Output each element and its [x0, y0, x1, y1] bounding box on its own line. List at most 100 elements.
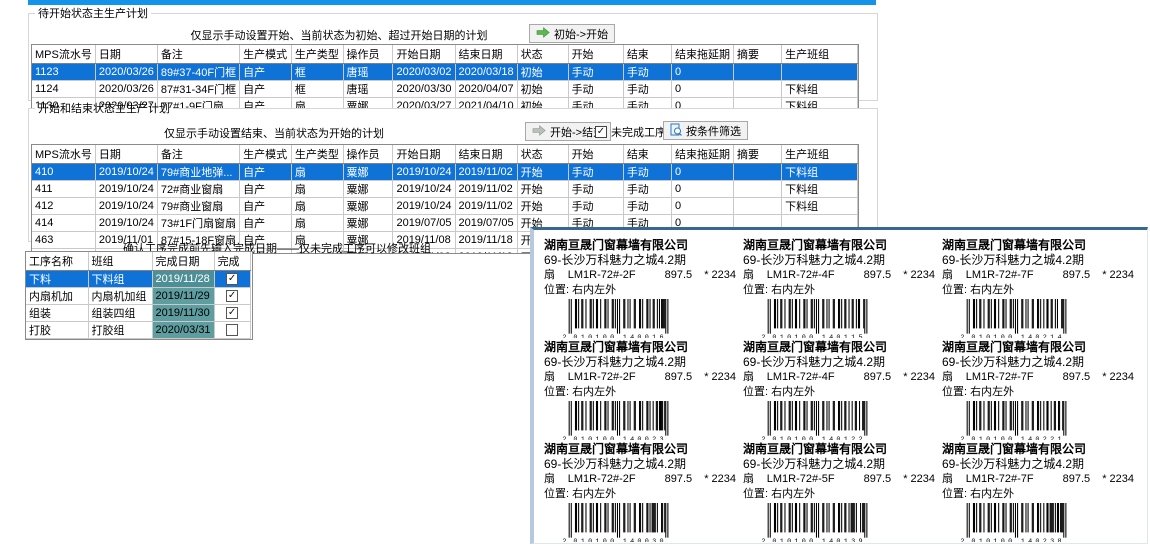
checkbox-icon[interactable]	[226, 324, 238, 336]
svg-text:1: 1	[780, 436, 784, 440]
done-cell[interactable]	[214, 322, 250, 339]
table-row[interactable]: 内扇机加内扇机加组2019/11/29✓	[26, 288, 250, 305]
filter-by-condition-button[interactable]: 按条件筛选	[663, 121, 748, 140]
checkbox-icon[interactable]: ✓	[226, 273, 238, 285]
count-value: * 2234	[704, 370, 736, 385]
svg-text:0: 0	[610, 538, 614, 542]
checkbox-icon[interactable]: ✓	[226, 290, 238, 302]
table-cell: 0	[671, 64, 733, 81]
column-header[interactable]: 日期	[95, 145, 157, 164]
project-name: 69-长沙万科魅力之城4.2期	[544, 253, 736, 268]
checkbox-icon[interactable]: ✓	[226, 307, 238, 319]
column-header[interactable]: 备注	[157, 45, 239, 64]
table-row[interactable]: 组装组装四组2019/11/30✓	[26, 305, 250, 322]
barcode-label: 湖南亘晟门窗幕墙有限公司69-长沙万科魅力之城4.2期扇LM1R-72#-7F8…	[942, 238, 1134, 338]
table-row[interactable]: 11232020/03/2689#37-40F门框自产框唐瑶2020/03/02…	[32, 64, 858, 81]
column-header[interactable]: 结束	[623, 145, 671, 164]
done-cell[interactable]: ✓	[214, 305, 250, 322]
column-header[interactable]: 完成	[214, 252, 250, 271]
svg-text:1: 1	[1021, 538, 1025, 542]
column-header[interactable]: 摘要	[733, 45, 781, 64]
unfinished-process-checkbox[interactable]: ✓ 未完成工序	[595, 124, 666, 140]
column-header[interactable]: 生产类型	[291, 145, 343, 164]
column-header[interactable]: 结束拖延期	[671, 45, 733, 64]
column-header[interactable]: 日期	[95, 45, 157, 64]
table-cell	[733, 198, 781, 215]
column-header[interactable]: 操作员	[343, 145, 393, 164]
column-header[interactable]: 开始日期	[393, 45, 455, 64]
table-cell: 手动	[623, 198, 671, 215]
table-row[interactable]: 4112019/10/2472#商业窗扇自产扇粟娜2019/10/242019/…	[32, 181, 858, 198]
done-cell[interactable]: ✓	[214, 271, 250, 288]
table-cell: 2019/07/05	[455, 215, 517, 232]
table-cell: 下料组	[88, 271, 152, 288]
column-header[interactable]: 工序名称	[26, 252, 88, 271]
svg-text:1: 1	[979, 436, 983, 440]
table-cell	[733, 181, 781, 198]
svg-text:0: 0	[1035, 436, 1039, 440]
svg-text:1: 1	[844, 334, 848, 338]
table-row[interactable]: 下料下料组2019/11/28✓	[26, 271, 250, 288]
column-header[interactable]: 摘要	[733, 145, 781, 164]
column-header[interactable]: 生产类型	[291, 45, 343, 64]
column-header[interactable]: 生产班组	[782, 45, 858, 64]
project-name: 69-长沙万科魅力之城4.2期	[743, 457, 935, 472]
column-header[interactable]: MPS流水号	[32, 145, 95, 164]
project-name: 69-长沙万科魅力之城4.2期	[942, 355, 1134, 370]
column-header[interactable]: 结束日期	[455, 45, 517, 64]
column-header[interactable]: 开始	[568, 145, 623, 164]
svg-text:0: 0	[772, 334, 776, 338]
column-header[interactable]: MPS流水号	[32, 45, 95, 64]
table-row[interactable]: 4102019/10/2479#商业地弹...自产扇粟娜2019/10/2420…	[32, 164, 858, 181]
column-header[interactable]: 结束拖延期	[671, 145, 733, 164]
barcode-label: 湖南亘晟门窗幕墙有限公司69-长沙万科魅力之城4.2期扇LM1R-72#-5F8…	[743, 442, 935, 542]
table-cell: 下料	[26, 271, 88, 288]
barcode-image: 2010100140115	[757, 299, 935, 338]
table-cell: 2019/11/29	[152, 288, 214, 305]
column-header[interactable]: 操作员	[343, 45, 393, 64]
table-cell: 2020/03/26	[95, 64, 157, 81]
table-cell: 手动	[623, 181, 671, 198]
button-label: 初始->开始	[554, 26, 608, 42]
column-header[interactable]: 开始日期	[393, 145, 455, 164]
table-row[interactable]: 11242020/03/2687#31-34F门框自产框唐瑶2020/03/30…	[32, 81, 858, 98]
column-header[interactable]: 结束日期	[455, 145, 517, 164]
column-header[interactable]: 备注	[157, 145, 239, 164]
column-header[interactable]: 结束	[623, 45, 671, 64]
filter-search-icon	[670, 123, 682, 139]
table-cell: 唐瑶	[343, 64, 393, 81]
column-header[interactable]: 班组	[88, 252, 152, 271]
svg-text:4: 4	[829, 334, 833, 338]
table-row[interactable]: 打胶打胶组2020/03/31	[26, 322, 250, 339]
column-header[interactable]: 生产模式	[240, 45, 292, 64]
barcode-image: 2010100140214	[956, 299, 1134, 338]
checkbox-icon[interactable]: ✓	[595, 126, 607, 138]
svg-text:1: 1	[822, 334, 826, 338]
done-cell[interactable]: ✓	[214, 288, 250, 305]
column-header[interactable]: 完成日期	[152, 252, 214, 271]
svg-text:0: 0	[645, 334, 649, 338]
svg-text:4: 4	[829, 538, 833, 542]
column-header[interactable]: 生产班组	[782, 145, 858, 164]
table-cell: 打胶组	[88, 322, 152, 339]
company-name: 湖南亘晟门窗幕墙有限公司	[544, 340, 736, 355]
table-cell: 内扇机加	[26, 288, 88, 305]
svg-text:0: 0	[772, 436, 776, 440]
location-line: 位置: 右内左外	[942, 385, 1134, 400]
column-header[interactable]: 状态	[517, 145, 568, 164]
process-grid[interactable]: 工序名称班组完成日期完成下料下料组2019/11/28✓内扇机加内扇机加组201…	[25, 251, 253, 340]
svg-text:1: 1	[993, 538, 997, 542]
table-row[interactable]: 4122019/10/2479#商业窗扇自产扇粟娜2019/10/242019/…	[32, 198, 858, 215]
initial-to-start-button[interactable]: 初始->开始	[529, 24, 615, 43]
column-header[interactable]: 状态	[517, 45, 568, 64]
table-cell: 手动	[568, 81, 623, 98]
svg-text:0: 0	[637, 538, 641, 542]
svg-text:0: 0	[802, 436, 806, 440]
table-cell: 2019/10/24	[393, 181, 455, 198]
svg-text:3: 3	[1050, 538, 1054, 542]
column-header[interactable]: 开始	[568, 45, 623, 64]
location-line: 位置: 右内左外	[743, 283, 935, 298]
column-header[interactable]: 生产模式	[240, 145, 292, 164]
table-cell: 2019/10/24	[393, 164, 455, 181]
table-cell: 2019/07/05	[393, 215, 455, 232]
